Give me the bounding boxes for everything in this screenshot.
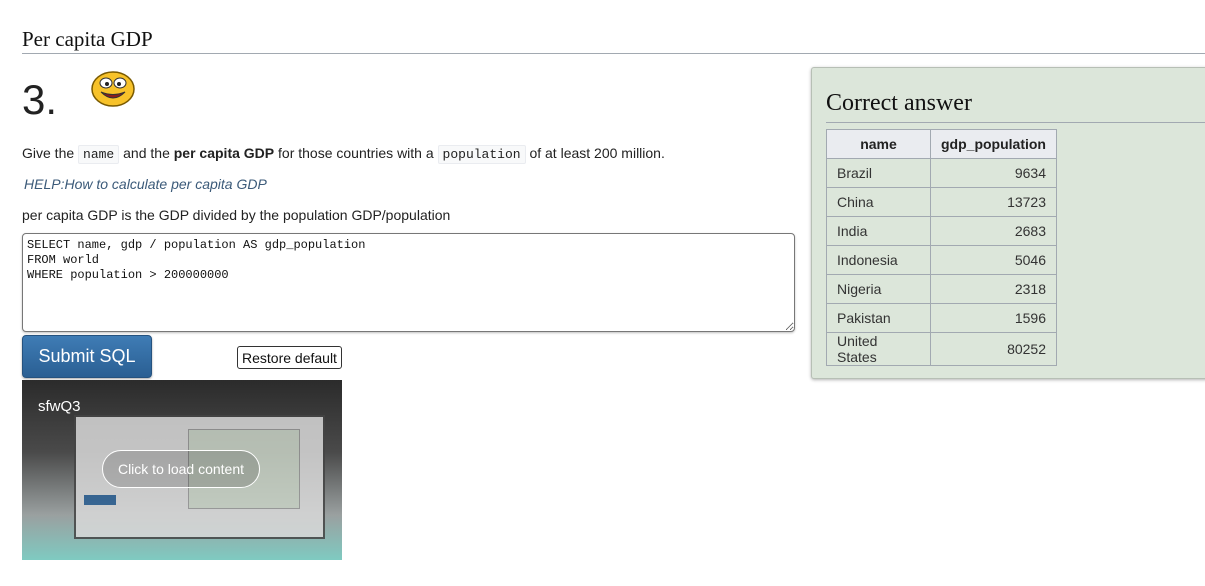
load-content-button[interactable]: Click to load content [102,450,260,488]
answer-divider [826,122,1205,123]
question-text-part: for those countries with a [274,145,438,161]
submit-sql-button[interactable]: Submit SQL [22,335,152,378]
question-text-part: Give the [22,145,79,161]
question-emphasis: per capita GDP [173,145,275,161]
country-cell: Indonesia [826,245,931,275]
table-row: Brazil 9634 [826,158,1057,188]
column-header: name [826,129,931,159]
country-cell: China [826,187,931,217]
restore-default-button[interactable]: Restore default [237,346,342,369]
question-number: 3. [22,76,58,123]
gdp-cell: 2318 [930,274,1057,304]
section-title: Per capita GDP [22,27,153,51]
smiley-face-icon [91,71,135,107]
gdp-cell: 80252 [930,332,1057,366]
table-row: China 13723 [826,187,1057,217]
correct-answer-panel: Correct answer name gdp_population Brazi… [811,67,1205,379]
gdp-cell: 2683 [930,216,1057,246]
answer-title: Correct answer [826,90,972,116]
table-row: India 2683 [826,216,1057,246]
thumbnail-button [84,495,116,505]
video-title: sfwQ3 [38,398,81,415]
table-header-row: name gdp_population [826,129,1057,159]
section-divider [22,53,1205,54]
country-cell: United States [826,332,931,366]
question-text-part: and the [119,145,174,161]
help-link[interactable]: HELP:How to calculate per capita GDP [24,176,267,192]
gdp-cell: 5046 [930,245,1057,275]
table-row: United States 80252 [826,332,1057,366]
country-cell: Brazil [826,158,931,188]
hint-text: per capita GDP is the GDP divided by the… [22,207,451,223]
video-embed[interactable]: sfwQ3 Click to load content [22,380,342,560]
answer-table: name gdp_population Brazil 9634 China 13… [826,129,1057,366]
question-text: Give the name and the per capita GDP for… [22,143,665,165]
country-cell: Nigeria [826,274,931,304]
column-population-code: population [437,145,526,164]
country-cell: India [826,216,931,246]
question-text-part: of at least 200 million. [525,145,665,161]
table-row: Indonesia 5046 [826,245,1057,275]
column-name-code: name [78,145,120,164]
gdp-cell: 9634 [930,158,1057,188]
table-row: Pakistan 1596 [826,303,1057,333]
column-header: gdp_population [930,129,1057,159]
table-row: Nigeria 2318 [826,274,1057,304]
gdp-cell: 13723 [930,187,1057,217]
sql-editor[interactable]: SELECT name, gdp / population AS gdp_pop… [22,233,795,332]
gdp-cell: 1596 [930,303,1057,333]
country-cell: Pakistan [826,303,931,333]
